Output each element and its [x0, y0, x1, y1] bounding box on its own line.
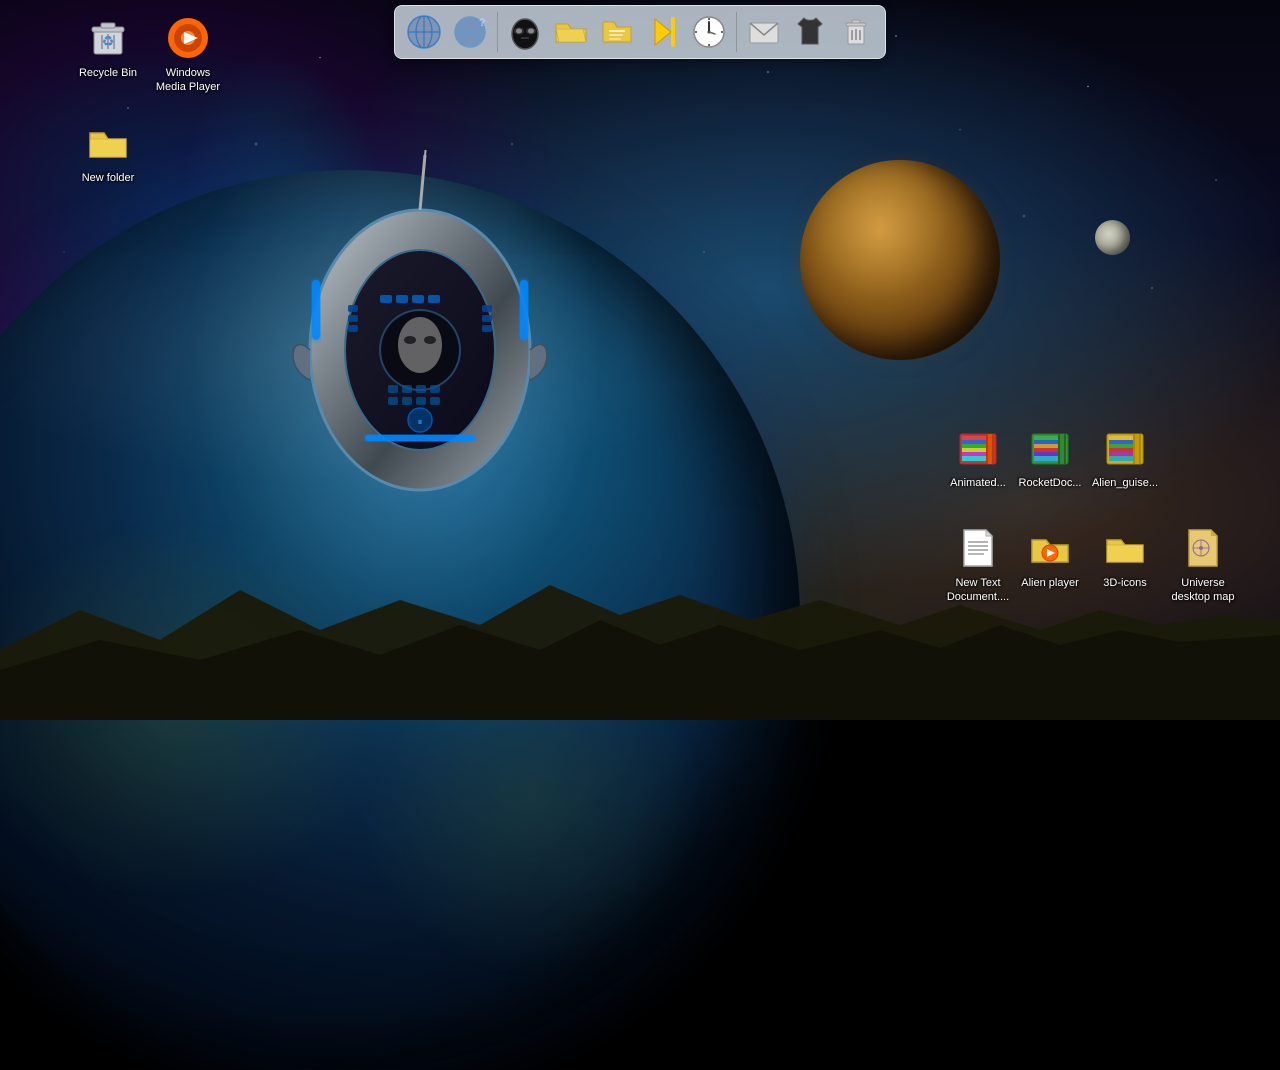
animated-icon-image [954, 424, 1002, 472]
alien-player-icon-image [1026, 524, 1074, 572]
new-folder-label: New folder [82, 171, 135, 185]
desktop-icon-alien-player[interactable]: Alien player [1010, 520, 1090, 594]
taskbar-icon-network[interactable]: ? [449, 11, 491, 53]
alien-guise-icon-image [1101, 424, 1149, 472]
desktop: ♻ Recycle Bin Windows Media Player New f… [0, 0, 1280, 720]
text-doc-icon-image [954, 524, 1002, 572]
svg-text:♻: ♻ [102, 33, 115, 49]
alien-guise-label: Alien_guise... [1092, 476, 1158, 490]
desktop-icon-alien-guise[interactable]: Alien_guise... [1085, 420, 1165, 494]
rocketdoc-label: RocketDoc... [1019, 476, 1082, 490]
recycle-bin-icon-image: ♻ [84, 14, 132, 62]
taskbar-icon-mail[interactable] [743, 11, 785, 53]
taskbar-icon-browser[interactable] [403, 11, 445, 53]
desktop-icon-new-folder[interactable]: New folder [68, 115, 148, 189]
taskbar-icon-trash[interactable] [835, 11, 877, 53]
recycle-bin-label: Recycle Bin [79, 66, 137, 80]
universe-map-label: Universe desktop map [1162, 576, 1244, 605]
rocketdoc-icon-image [1026, 424, 1074, 472]
3d-icons-label: 3D-icons [1103, 576, 1146, 590]
3d-icons-icon-image [1101, 524, 1149, 572]
taskbar-icon-clock[interactable] [688, 11, 730, 53]
animated-label: Animated... [950, 476, 1006, 490]
taskbar-icon-folder-docs[interactable] [596, 11, 638, 53]
desktop-icon-media-player[interactable]: Windows Media Player [148, 10, 228, 99]
desktop-icon-rocketdoc[interactable]: RocketDoc... [1010, 420, 1090, 494]
desktop-icon-animated[interactable]: Animated... [938, 420, 1018, 494]
desktop-icon-3d-icons[interactable]: 3D-icons [1085, 520, 1165, 594]
universe-map-icon-image [1179, 524, 1227, 572]
text-doc-label: New Text Document.... [942, 576, 1014, 605]
svg-text:?: ? [479, 17, 486, 29]
desktop-icon-recycle-bin[interactable]: ♻ Recycle Bin [68, 10, 148, 84]
taskbar-icon-tshirt[interactable] [789, 11, 831, 53]
media-player-icon-image [164, 14, 212, 62]
taskbar-divider-2 [736, 12, 737, 52]
taskbar-icon-alien[interactable] [504, 11, 546, 53]
new-folder-icon-image [84, 119, 132, 167]
taskbar-icon-winamp[interactable] [642, 11, 684, 53]
desktop-icon-text-doc[interactable]: New Text Document.... [938, 520, 1018, 609]
taskbar: ? [394, 5, 886, 59]
taskbar-icon-folder-open[interactable] [550, 11, 592, 53]
media-player-label: Windows Media Player [152, 66, 224, 95]
taskbar-divider-1 [497, 12, 498, 52]
desktop-icon-universe-map[interactable]: Universe desktop map [1158, 520, 1248, 609]
alien-player-label: Alien player [1021, 576, 1078, 590]
